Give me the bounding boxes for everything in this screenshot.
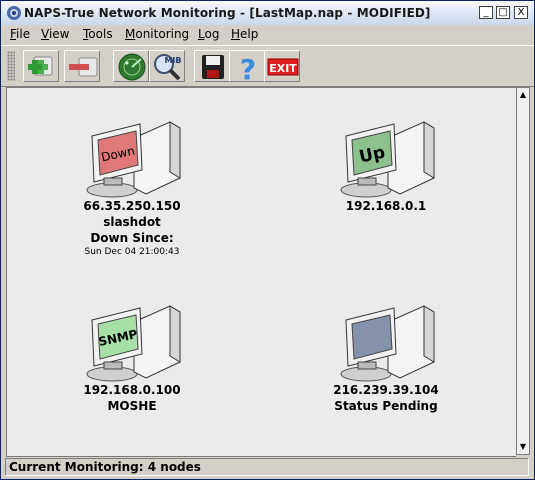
- node-ip: 216.239.39.104: [333, 383, 439, 397]
- remove-node-icon: [69, 57, 98, 77]
- menu-help[interactable]: Help: [231, 27, 258, 41]
- computer-icon: [340, 305, 435, 382]
- scroll-up-button[interactable]: ▲: [517, 88, 529, 102]
- add-node-button[interactable]: [23, 50, 59, 82]
- node-down-since-label: Down Since:: [90, 231, 174, 245]
- menu-file[interactable]: File: [10, 27, 30, 41]
- radar-button[interactable]: [113, 50, 149, 82]
- exit-icon: EXIT: [267, 58, 299, 76]
- svg-text:EXIT: EXIT: [269, 62, 297, 75]
- menu-view[interactable]: View: [41, 27, 69, 41]
- node-name: Status Pending: [334, 399, 438, 413]
- status-text: Current Monitoring: 4 nodes: [9, 460, 201, 474]
- title-bar[interactable]: NAPS-True Network Monitoring - [LastMap.…: [1, 1, 534, 25]
- maximize-button[interactable]: □: [496, 6, 510, 19]
- node-moshe[interactable]: SNMP 192.168.0.100 MOSHE: [32, 294, 232, 414]
- toolbar: MIB ? EXIT: [1, 45, 534, 87]
- mib-browser-button[interactable]: MIB: [149, 50, 185, 82]
- menu-tools[interactable]: Tools: [83, 27, 113, 41]
- exit-button[interactable]: EXIT: [264, 50, 300, 82]
- scroll-down-button[interactable]: ▼: [517, 440, 529, 454]
- main-window: NAPS-True Network Monitoring - [LastMap.…: [0, 0, 535, 480]
- window-title: NAPS-True Network Monitoring - [LastMap.…: [24, 6, 431, 20]
- menu-monitoring[interactable]: Monitoring: [125, 27, 189, 41]
- remove-node-button[interactable]: [64, 50, 100, 82]
- mib-browser-icon: MIB: [154, 54, 182, 81]
- svg-text:MIB: MIB: [164, 56, 181, 65]
- node-down-since-time: Sun Dec 04 21:00:43: [84, 247, 180, 257]
- node-ip: 192.168.0.100: [83, 383, 181, 397]
- menu-log[interactable]: Log: [198, 27, 219, 41]
- node-name: MOSHE: [107, 399, 157, 413]
- save-button[interactable]: [194, 50, 230, 82]
- add-node-icon: [28, 56, 53, 76]
- svg-text:?: ?: [240, 53, 256, 82]
- menu-bar: File View Tools Monitoring Log Help: [1, 25, 534, 45]
- node-ip: 66.35.250.150: [83, 199, 181, 213]
- computer-icon: Up: [340, 121, 435, 198]
- node-192-168-0-1[interactable]: Up 192.168.0.1: [286, 110, 486, 214]
- node-216-239-39-104[interactable]: 216.239.39.104 Status Pending: [286, 294, 486, 414]
- network-map[interactable]: Down 66.35.250.150 slashdot Down Since: …: [6, 87, 516, 457]
- minimize-button[interactable]: _: [479, 6, 493, 19]
- app-icon: [7, 6, 21, 20]
- computer-icon: SNMP: [86, 305, 181, 382]
- node-ip: 192.168.0.1: [345, 199, 427, 213]
- node-name: slashdot: [103, 215, 161, 229]
- radar-icon: [118, 53, 146, 81]
- help-icon: ?: [240, 53, 256, 82]
- status-bar: Current Monitoring: 4 nodes: [5, 458, 529, 476]
- vertical-scrollbar[interactable]: ▲ ▼: [516, 87, 530, 455]
- close-button[interactable]: X: [514, 6, 528, 19]
- help-button[interactable]: ?: [229, 50, 265, 82]
- toolbar-grip[interactable]: [7, 51, 15, 81]
- save-icon: [202, 55, 224, 79]
- computer-icon: Down: [86, 121, 181, 198]
- node-slashdot[interactable]: Down 66.35.250.150 slashdot Down Since: …: [32, 110, 232, 258]
